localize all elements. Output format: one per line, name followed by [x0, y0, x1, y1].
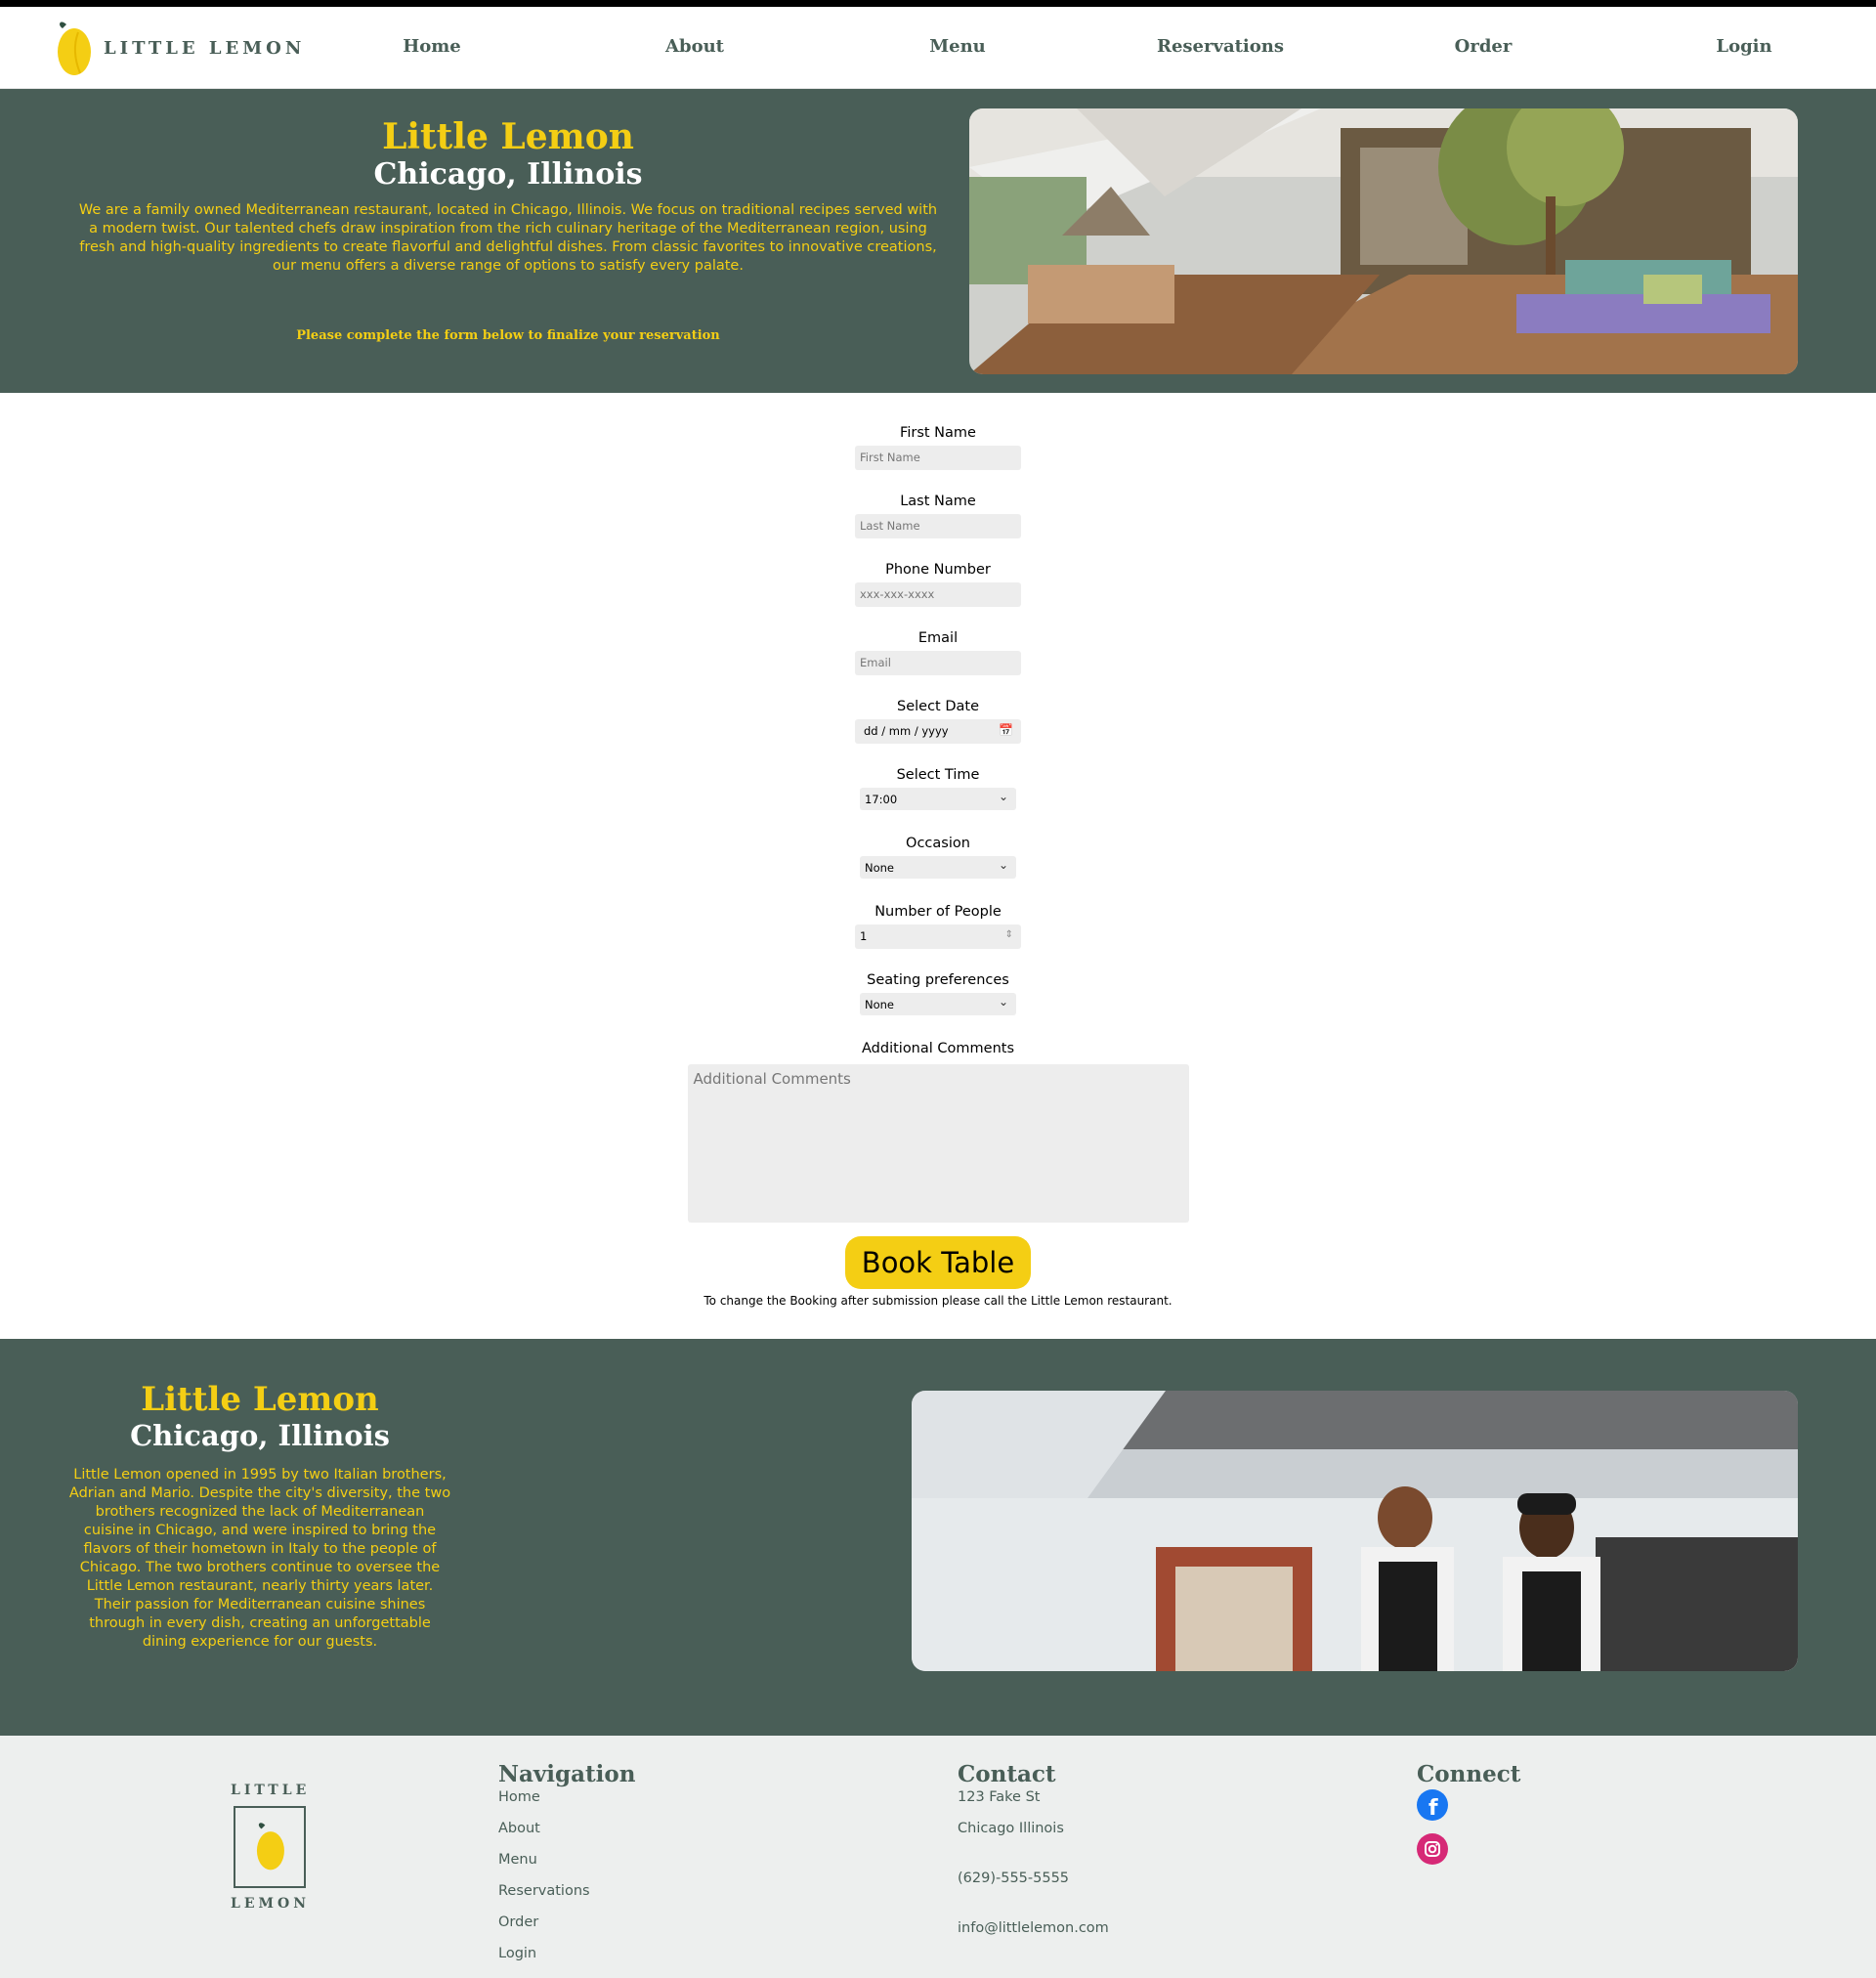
people-label: Number of People [874, 904, 1002, 920]
site-header: LITTLE LEMON Home About Menu Reservation… [0, 7, 1876, 89]
phone-input[interactable]: xxx-xxx-xxxx [855, 582, 1021, 607]
people-group: Number of People 1 ⇕ [0, 904, 1876, 949]
comments-group: Additional Comments Additional Comments [0, 1041, 1876, 1223]
hero-title: Little Lemon [382, 116, 634, 157]
footer-nav-login[interactable]: Login [498, 1944, 635, 1975]
hero-text: Little Lemon Chicago, Illinois We are a … [59, 89, 958, 343]
people-value: 1 [860, 929, 868, 943]
chevron-down-icon: ⌄ [998, 858, 1008, 872]
stepper-icon[interactable]: ⇕ [1005, 929, 1013, 940]
svg-text:f: f [1428, 1796, 1438, 1821]
footer-nav-reservations[interactable]: Reservations [498, 1881, 635, 1913]
lemon-icon [256, 1823, 284, 1870]
footer-logo-bottom: LEMON [231, 1896, 311, 1912]
hero-subtitle: Chicago, Illinois [373, 157, 643, 192]
email-label: Email [917, 630, 959, 646]
restaurant-terrace-image [969, 108, 1798, 374]
main-nav: Home About Menu Reservations Order Login [0, 7, 1876, 89]
footer-contact-title: Contact [958, 1761, 1056, 1787]
footer-connect: Connect f [1417, 1761, 1520, 1877]
time-group: Select Time 17:00 ⌄ [0, 767, 1876, 810]
phone-label: Phone Number [885, 562, 991, 578]
instagram-icon[interactable] [1417, 1833, 1448, 1865]
phone-group: Phone Number xxx-xxx-xxxx [0, 562, 1876, 607]
date-group: Select Date dd / mm / yyyy 📅 [0, 699, 1876, 744]
seating-select[interactable]: None ⌄ [860, 993, 1016, 1015]
nav-login[interactable]: Login [1716, 36, 1771, 57]
about-text: Little Lemon Chicago, Illinois Little Le… [68, 1339, 451, 1652]
last-name-group: Last Name Last Name [0, 494, 1876, 538]
footer-logo[interactable]: LITTLE LEMON [231, 1783, 309, 1912]
calendar-icon[interactable]: 📅 [999, 723, 1013, 737]
seating-group: Seating preferences None ⌄ [0, 972, 1876, 1015]
footer-connect-title: Connect [1417, 1761, 1521, 1787]
email-group: Email Email [0, 630, 1876, 675]
booking-change-note: To change the Booking after submission p… [704, 1294, 1172, 1308]
time-select[interactable]: 17:00 ⌄ [860, 788, 1016, 810]
about-description: Little Lemon opened in 1995 by two Itali… [68, 1467, 451, 1650]
contact-address-line1: 123 Fake St [958, 1789, 1041, 1805]
date-input[interactable]: dd / mm / yyyy 📅 [855, 719, 1021, 744]
seating-label: Seating preferences [867, 972, 1009, 988]
email-input[interactable]: Email [855, 651, 1021, 675]
last-name-label: Last Name [900, 494, 976, 509]
occasion-value: None [865, 861, 895, 875]
first-name-label: First Name [900, 425, 976, 441]
time-label: Select Time [896, 767, 980, 783]
occasion-group: Occasion None ⌄ [0, 836, 1876, 879]
comments-label: Additional Comments [862, 1041, 1014, 1056]
people-stepper[interactable]: 1 ⇕ [855, 924, 1021, 949]
nav-menu[interactable]: Menu [929, 36, 986, 57]
contact-phone[interactable]: (629)-555-5555 [958, 1869, 1109, 1918]
first-name-group: First Name First Name [0, 425, 1876, 470]
top-bar [0, 0, 1876, 7]
contact-address-line2: Chicago Illinois [958, 1821, 1064, 1836]
footer-contact: Contact 123 Fake St Chicago Illinois (62… [958, 1761, 1109, 1950]
facebook-icon[interactable]: f [1417, 1789, 1448, 1821]
time-value: 17:00 [865, 793, 898, 806]
footer-navigation-title: Navigation [498, 1761, 636, 1787]
chevron-down-icon: ⌄ [998, 995, 1008, 1009]
hero-section: Little Lemon Chicago, Illinois We are a … [0, 89, 1876, 393]
contact-email[interactable]: info@littlelemon.com [958, 1918, 1109, 1950]
footer-navigation: Navigation Home About Menu Reservations … [498, 1761, 635, 1975]
nav-home[interactable]: Home [403, 36, 461, 57]
footer-nav-menu[interactable]: Menu [498, 1850, 635, 1881]
hero-description: We are a family owned Mediterranean rest… [78, 202, 938, 274]
footer-logo-frame [234, 1806, 306, 1888]
footer-nav-order[interactable]: Order [498, 1913, 635, 1944]
seating-value: None [865, 998, 895, 1011]
site-footer: LITTLE LEMON Navigation Home About Menu … [0, 1736, 1876, 1978]
reservation-instruction: Please complete the form below to finali… [296, 328, 720, 343]
nav-reservations[interactable]: Reservations [1157, 36, 1284, 57]
footer-nav-about[interactable]: About [498, 1819, 635, 1850]
date-value: dd / mm / yyyy [864, 724, 949, 738]
nav-order[interactable]: Order [1455, 36, 1513, 57]
nav-about[interactable]: About [665, 36, 724, 57]
about-subtitle: Chicago, Illinois [130, 1419, 390, 1452]
chefs-image [912, 1391, 1798, 1671]
occasion-select[interactable]: None ⌄ [860, 856, 1016, 879]
footer-logo-top: LITTLE [231, 1783, 311, 1798]
comments-textarea[interactable]: Additional Comments [687, 1064, 1189, 1223]
first-name-input[interactable]: First Name [855, 446, 1021, 470]
footer-nav-home[interactable]: Home [498, 1787, 635, 1819]
book-table-button[interactable]: Book Table [845, 1236, 1031, 1289]
about-section: Little Lemon Chicago, Illinois Little Le… [0, 1339, 1876, 1736]
chevron-down-icon: ⌄ [998, 790, 1008, 803]
date-label: Select Date [897, 699, 979, 714]
last-name-input[interactable]: Last Name [855, 514, 1021, 538]
occasion-label: Occasion [906, 836, 970, 851]
about-title: Little Lemon [141, 1380, 379, 1419]
reservation-form: First Name First Name Last Name Last Nam… [0, 393, 1876, 1339]
